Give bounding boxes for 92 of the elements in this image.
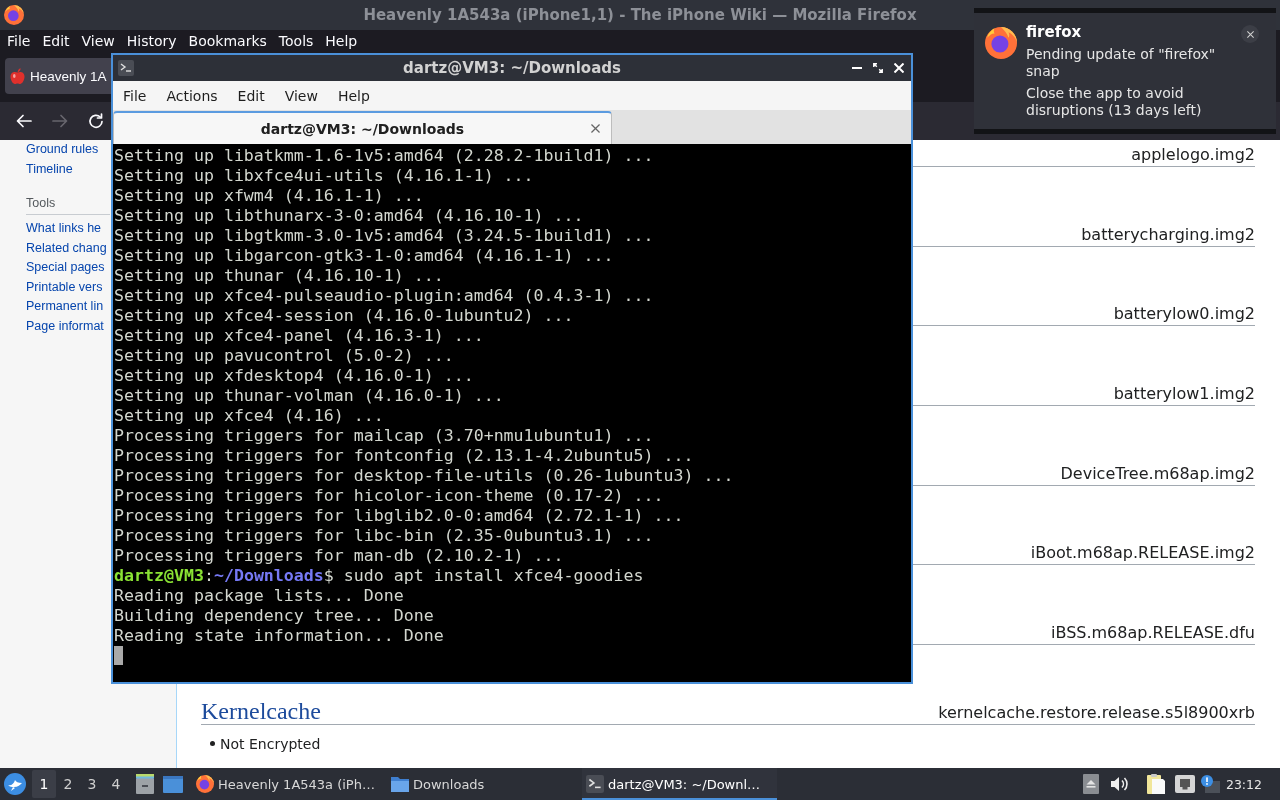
terminal-output-line: Setting up libatkmm-1.6-1v5:amd64 (2.28.2-1build1) ... (114, 146, 654, 166)
terminal-output-line: Setting up libgarcon-gtk3-1-0:amd64 (4.16.1-1) ... (114, 246, 614, 266)
terminal-output-line: Processing triggers for man-db (2.10.2-1) ... (114, 546, 564, 566)
terminal-output-line: Setting up pavucontrol (5.0-2) ... (114, 346, 454, 366)
file-name: iBoot.m68ap.RELEASE.img2 (1030, 543, 1255, 565)
terminal-output-line: Processing triggers for libc-bin (2.35-0ubuntu3.1) ... (114, 526, 654, 546)
terminal-icon (118, 60, 134, 76)
file-name: kernelcache.restore.release.s5l8900xrb (938, 702, 1255, 724)
terminal-output-line: Building dependency tree... Done (114, 606, 434, 626)
menu-item[interactable]: File (1, 32, 37, 50)
terminal-output-line: Setting up xfdesktop4 (4.16.0-1) ... (114, 366, 474, 386)
menu-item[interactable]: Edit (36, 32, 76, 50)
taskbar-task[interactable]: Heavenly 1A543a (iPh… (192, 768, 387, 800)
clipboard-icon[interactable] (1146, 774, 1165, 794)
menu-item[interactable]: Help (327, 87, 380, 104)
sidebar-link[interactable]: Ground rules (26, 140, 99, 160)
terminal-output-line: Setting up xfwm4 (4.16.1-1) ... (114, 186, 424, 206)
terminal-output-line: Setting up xfce4-panel (4.16.3-1) ... (114, 326, 484, 346)
sidebar-link[interactable]: What links he (26, 219, 102, 239)
workspace-button[interactable]: 1 (32, 770, 56, 798)
terminal-output-line: Setting up thunar-volman (4.16.0-1) ... (114, 386, 504, 406)
terminal-output-line: Processing triggers for mailcap (3.70+nmu1ubuntu1) ... (114, 426, 654, 446)
close-button[interactable] (1241, 25, 1259, 43)
file-name: batterylow1.img2 (1113, 384, 1255, 406)
back-arrow-icon[interactable] (16, 114, 32, 128)
terminal-output-line: Processing triggers for hicolor-icon-theme (0.17-2) ... (114, 486, 664, 506)
sidebar-link[interactable]: Timeline (26, 159, 73, 179)
menu-item[interactable]: View (75, 32, 121, 50)
file-name: batterycharging.img2 (1081, 224, 1255, 246)
close-icon (1246, 30, 1254, 38)
file-name: applelogo.img2 (1131, 145, 1255, 166)
file-cabinet-icon[interactable] (136, 774, 154, 794)
sidebar-link[interactable]: Permanent lin (26, 297, 104, 317)
terminal-output-line: Processing triggers for libglib2.0-0:amd64 (2.72.1-1) ... (114, 506, 684, 526)
app-logo-icon (196, 775, 214, 793)
bird-logo-icon[interactable] (4, 773, 26, 795)
terminal-output-line: Processing triggers for fontconfig (2.13.1-4.2ubuntu5) ... (114, 446, 694, 466)
list-item: Not Encrypted (220, 734, 321, 754)
menu-item[interactable]: History (120, 32, 183, 50)
notification-title: firefox (1026, 23, 1082, 41)
menu-item[interactable]: Bookmarks (182, 32, 273, 50)
notification-icon[interactable] (1200, 775, 1220, 793)
sidebar-heading: Tools (26, 195, 56, 211)
menu-item[interactable]: Tools (272, 32, 320, 50)
browser-tab[interactable]: Heavenly 1A (5, 58, 111, 94)
volume-icon[interactable] (1110, 776, 1128, 792)
terminal-output-line: Setting up xfce4-session (4.16.0-1ubuntu2) ... (114, 306, 574, 326)
clock: 23:12 (1225, 776, 1262, 792)
sidebar-link[interactable]: Printable vers (26, 277, 103, 297)
sidebar-link[interactable]: Page informat (26, 316, 104, 336)
terminal-icon (586, 775, 604, 793)
terminal-output-line: Processing triggers for desktop-file-utils (0.26-1ubuntu3) ... (114, 466, 734, 486)
app-logo-icon (4, 5, 24, 25)
bullet-icon (210, 741, 215, 747)
notification-text: Close the app to avoid disruptions (13 days left) (1026, 85, 1203, 119)
terminal-output-line: Setting up thunar (4.16.10-1) ... (114, 266, 444, 286)
reload-icon[interactable] (88, 113, 104, 129)
sidebar-link[interactable]: Related chang (26, 238, 107, 258)
workspace-button[interactable]: 3 (80, 770, 104, 798)
window-title: Heavenly 1A543a (iPhone1,1) - The iPhone Wiki — Mozilla Firefox (363, 6, 917, 24)
workspace-button[interactable]: 2 (56, 770, 80, 798)
window-title: dartz@VM3: ~/Downloads (403, 59, 621, 77)
terminal-output-line: Setting up libthunarx-3-0:amd64 (4.16.10-1) ... (114, 206, 584, 226)
section-heading: Kernelcache (201, 698, 321, 724)
menu-item[interactable]: Edit (227, 87, 275, 104)
terminal-output-line: Setting up libxfce4ui-utils (4.16.1-1) ... (114, 166, 534, 186)
file-name: iBSS.m68ap.RELEASE.dfu (1051, 623, 1255, 645)
app-logo-icon (985, 27, 1017, 59)
eject-icon[interactable] (1082, 774, 1099, 794)
sidebar-link[interactable]: Special pages (26, 258, 105, 278)
taskbar-task[interactable]: dartz@VM3: ~/Downl… (582, 768, 777, 800)
menu-item[interactable]: View (274, 87, 328, 104)
terminal-output-line: Setting up libgtkmm-3.0-1v5:amd64 (3.24.5-1build1) ... (114, 226, 654, 246)
workspace-button[interactable]: 4 (104, 770, 128, 798)
menu-item[interactable]: File (113, 87, 157, 104)
network-icon[interactable] (1174, 775, 1195, 793)
terminal-tab[interactable]: dartz@VM3: ~/Downloads (113, 111, 612, 144)
terminal-output-line: Setting up xfce4-pulseaudio-plugin:amd64 (0.4.3-1) ... (114, 286, 654, 306)
terminal-output-line: Reading state information... Done (114, 626, 444, 646)
apple-icon (10, 68, 25, 84)
menu-item[interactable]: Actions (156, 87, 228, 104)
terminal-output-line: Setting up xfce4 (4.16) ... (114, 406, 384, 426)
maximize-icon[interactable] (873, 63, 883, 73)
folder-icon (391, 776, 409, 792)
terminal-output-line: Reading package lists... Done (114, 586, 404, 606)
notification-text: Pending update of "firefox" snap (1026, 46, 1217, 80)
taskbar-task[interactable]: Downloads (387, 768, 582, 800)
command-prompt-line: dartz@VM3:~/Downloads$ sudo apt install xfce4-goodies (114, 566, 644, 586)
menu-item[interactable]: Help (319, 32, 364, 50)
window-icon[interactable] (163, 775, 183, 793)
file-name: batterylow0.img2 (1113, 304, 1255, 326)
file-name: DeviceTree.m68ap.img2 (1060, 463, 1255, 485)
